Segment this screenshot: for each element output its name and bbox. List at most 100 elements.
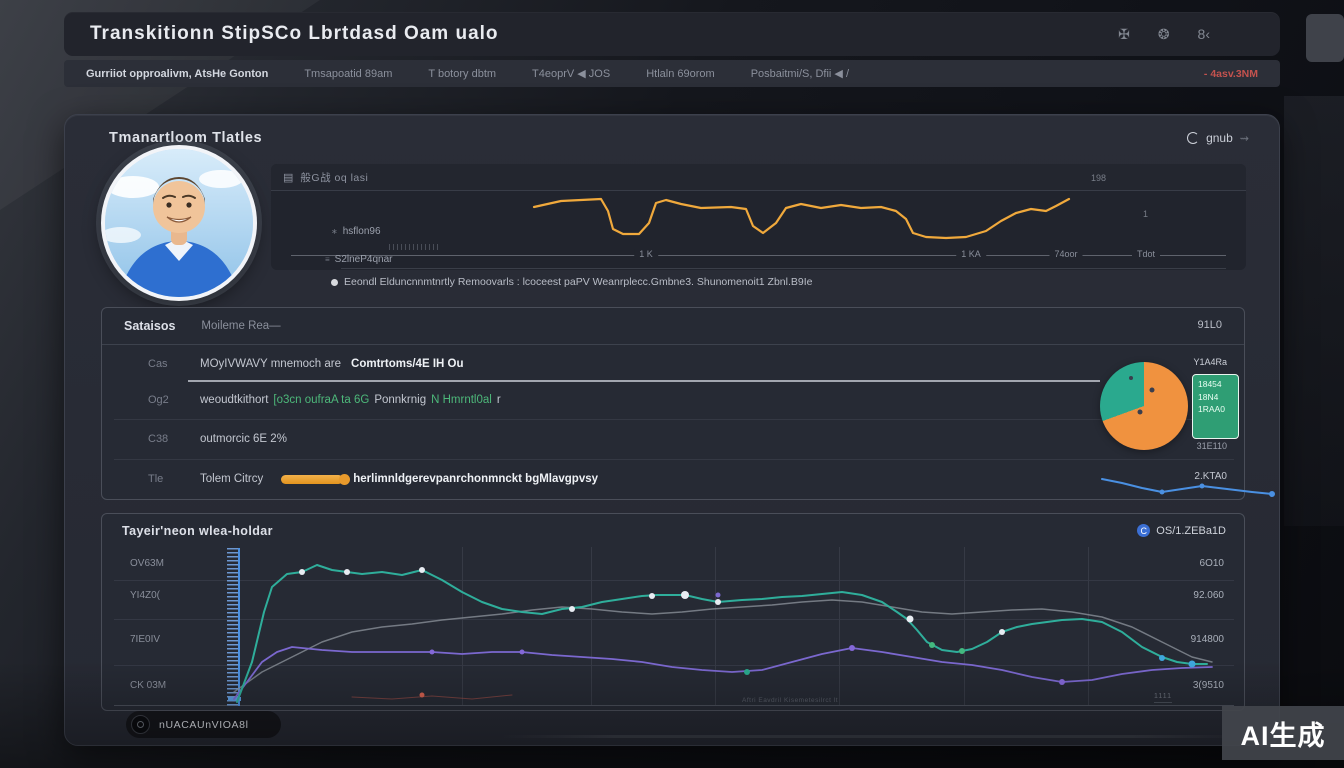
right-value-3: 914800 bbox=[1158, 634, 1224, 645]
row-id: C38 bbox=[148, 433, 200, 445]
row-bold-text: Comtrtoms/4E IH Ou bbox=[351, 358, 463, 370]
profile-sparkline-panel: ▤ 般G战 oq lasi 1 K 1 KA 74oor Tdot ∗ hsfl… bbox=[271, 164, 1246, 270]
row-green-text: [o3cn oufraA ta 6G bbox=[273, 394, 369, 406]
holder-chart-right-label: OS/1.ZEBa1D bbox=[1156, 525, 1226, 537]
profile-avatar[interactable] bbox=[101, 145, 257, 301]
copyright-icon: C bbox=[1137, 524, 1150, 537]
y-label-4: CK 03M bbox=[130, 680, 200, 691]
footer-pill-button[interactable]: nUACAUnVIOA8l bbox=[126, 711, 281, 738]
tab-moileme[interactable]: Moileme Rea— bbox=[201, 320, 280, 332]
axis-baseline bbox=[114, 705, 1234, 706]
refresh-icon bbox=[1187, 132, 1199, 144]
gridline bbox=[715, 547, 716, 705]
tiny-footnote: Aftri Eavdril Kisemetesilrct lt bbox=[742, 697, 838, 704]
badge-line: 1RAA0 bbox=[1198, 405, 1233, 414]
edge-panel bbox=[1306, 14, 1344, 62]
x-tick-4: Tdot bbox=[1132, 249, 1160, 259]
row-text: r bbox=[497, 394, 501, 406]
nav-item-2[interactable]: Tmsapoatid 89am bbox=[304, 68, 392, 80]
red-series-line bbox=[352, 695, 512, 699]
legend-1-label: hsflon96 bbox=[343, 226, 381, 237]
nav-item-5[interactable]: Htlaln 69orom bbox=[646, 68, 714, 80]
secondary-axis-line bbox=[341, 268, 1226, 269]
avatar-illustration bbox=[105, 149, 253, 297]
ornament-icon-2[interactable]: ❂ bbox=[1158, 26, 1170, 43]
tiny-marks: 1111 bbox=[1154, 692, 1172, 703]
row-id: Og2 bbox=[148, 394, 200, 406]
row-separator bbox=[114, 665, 1234, 666]
y-label-2: YI4Z0( bbox=[130, 590, 200, 601]
badge-line: 18N4 bbox=[1198, 393, 1233, 402]
record-icon bbox=[131, 715, 150, 734]
legend-1-icon: ∗ bbox=[331, 227, 338, 236]
teal-series-line bbox=[237, 565, 1207, 702]
summary-note: Eeondl Elduncnnmtnrtly Remoovarls : lcoc… bbox=[331, 276, 951, 288]
pie-dots bbox=[1100, 362, 1188, 450]
x-tick-1: 1 K bbox=[634, 249, 658, 259]
panel-header-text: 般G战 oq lasi bbox=[300, 170, 368, 185]
blue-trend-line bbox=[1102, 479, 1272, 494]
card-title: Tmanartloom Tlatles bbox=[109, 130, 262, 146]
x-axis-line bbox=[291, 255, 1226, 256]
panel-icon: ▤ bbox=[283, 171, 293, 184]
refresh-button[interactable]: gnub ⇝ bbox=[1187, 131, 1249, 145]
table-row[interactable]: Cas MOyIVWAVY mnemoch are Comtrtoms/4E I… bbox=[102, 344, 1244, 384]
table-row[interactable]: Tle Tolem Citrcy herlimnldgerevpanrchonm… bbox=[102, 459, 1244, 499]
nav-item-6[interactable]: Posbaitmi/S, Dfii ◀ / bbox=[751, 67, 849, 80]
row-separator bbox=[114, 580, 1234, 581]
nav-alert-value: - 4asv.3NM bbox=[1204, 68, 1258, 80]
refresh-label: gnub bbox=[1206, 131, 1233, 145]
legend-2-icon: ≡ bbox=[325, 255, 330, 264]
table-header: Sataisos Moileme Rea— bbox=[102, 308, 1244, 345]
nav-item-1[interactable]: Gurriiot opproalivm, AtsHe Gonton bbox=[86, 68, 268, 80]
gridline bbox=[839, 547, 840, 705]
table-header-value: 91L0 bbox=[1198, 319, 1222, 331]
right-value-2: 92.060 bbox=[1158, 590, 1224, 601]
row-bold-text: herlimnldgerevpanrchonmnckt bgMlavgpvsy bbox=[353, 473, 598, 485]
table-row[interactable]: C38 outmorcic 6E 2% bbox=[102, 419, 1244, 459]
legend-2-label: S2lneP4qnar bbox=[335, 254, 393, 265]
header-icons: ✠ ❂ 8‹ bbox=[1118, 26, 1210, 43]
row-id: Tle bbox=[148, 473, 200, 485]
gridline bbox=[591, 547, 592, 705]
progress-pill bbox=[281, 475, 343, 484]
horizontal-scrollbar[interactable] bbox=[501, 735, 1245, 738]
tab-sataisos[interactable]: Sataisos bbox=[124, 319, 175, 333]
nav-item-4[interactable]: T4eoprV ◀ JOS bbox=[532, 67, 610, 80]
holder-chart-panel: Tayeir'neon wlea-holdar C OS/1.ZEBa1D OV… bbox=[101, 513, 1245, 711]
bullet-icon bbox=[331, 279, 338, 286]
legend-row-1: ∗ hsflon96 bbox=[331, 226, 381, 237]
small-value-top: 198 bbox=[1091, 173, 1106, 183]
status-table-panel: Sataisos Moileme Rea— 91L0 Cas MOyIVWAVY… bbox=[101, 307, 1245, 500]
row-text: MOyIVWAVY mnemoch are bbox=[200, 358, 341, 370]
green-badge[interactable]: 18454 18N4 1RAA0 bbox=[1192, 374, 1239, 439]
table-row[interactable]: Og2 weoudtkithort [o3cn oufraA ta 6G Pon… bbox=[102, 380, 1244, 420]
y-label-1: OV63M bbox=[130, 558, 200, 569]
footer-pill-label: nUACAUnVIOA8l bbox=[159, 719, 249, 731]
purple-series-line bbox=[234, 647, 1212, 699]
right-value-1: 6O10 bbox=[1158, 558, 1224, 569]
gridline bbox=[1088, 547, 1089, 705]
side-value-top: Y1A4Ra bbox=[1167, 357, 1227, 367]
scissors-icon[interactable]: 8‹ bbox=[1198, 26, 1210, 43]
app-header: Transkitionn StipSCo Lbrtdasd Oam ualo ✠… bbox=[64, 12, 1280, 56]
row-text: Tolem Citrcy bbox=[200, 473, 263, 485]
y-label-3: 7IE0IV bbox=[130, 634, 200, 645]
gridline bbox=[462, 547, 463, 705]
small-value-mid: 1 bbox=[1143, 209, 1148, 219]
x-tick-3: 74oor bbox=[1049, 249, 1082, 259]
row-green-text: N Hmrntl0al bbox=[431, 394, 492, 406]
yellow-series-line bbox=[534, 199, 1069, 238]
right-value-4: 3(9510 bbox=[1158, 680, 1224, 691]
gray-series-line bbox=[234, 600, 1212, 692]
blue-tick-scale bbox=[227, 548, 240, 706]
background-shard bbox=[1284, 96, 1344, 526]
watermark-text: AI生成 bbox=[1241, 714, 1326, 753]
nav-item-3[interactable]: T botory dbtm bbox=[428, 68, 496, 80]
holder-chart-link[interactable]: C OS/1.ZEBa1D bbox=[1137, 524, 1226, 537]
mini-ruler bbox=[389, 244, 439, 250]
more-icon[interactable]: ⇝ bbox=[1240, 132, 1249, 145]
row-trend-sparkline bbox=[1097, 473, 1297, 499]
ornament-icon-1[interactable]: ✠ bbox=[1118, 26, 1130, 43]
app-title: Transkitionn StipSCo Lbrtdasd Oam ualo bbox=[90, 23, 499, 45]
